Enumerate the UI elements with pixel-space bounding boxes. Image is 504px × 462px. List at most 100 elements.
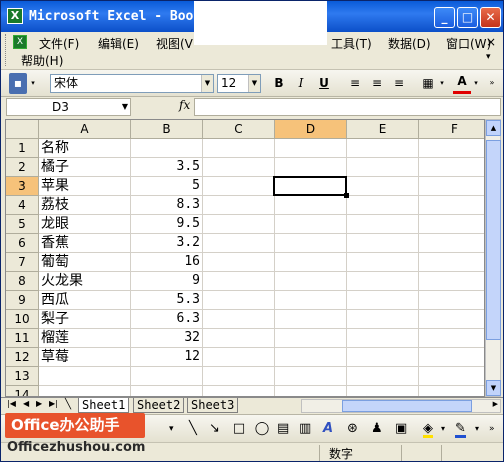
scroll-right-icon[interactable]: ▶ xyxy=(493,400,498,408)
cell[interactable] xyxy=(203,310,275,329)
cell-value[interactable]: 5.3 xyxy=(131,291,203,310)
column-header-e[interactable]: E xyxy=(347,120,419,139)
active-cell-d3[interactable] xyxy=(273,176,347,196)
cell[interactable] xyxy=(347,196,419,215)
cell[interactable] xyxy=(275,215,347,234)
chevron-down-icon[interactable]: ▼ xyxy=(122,99,128,115)
cell[interactable] xyxy=(203,367,275,386)
next-sheet-icon[interactable]: ▶ xyxy=(36,399,42,408)
oval-icon[interactable]: ◯ xyxy=(253,420,271,438)
menu-data[interactable]: 数据(D) xyxy=(384,35,435,52)
cell-value[interactable]: 8.3 xyxy=(131,196,203,215)
cell[interactable] xyxy=(419,196,484,215)
row-header[interactable]: 2 xyxy=(6,158,39,177)
cell[interactable] xyxy=(203,215,275,234)
cell-name[interactable]: 西瓜 xyxy=(39,291,131,310)
row-header[interactable]: 13 xyxy=(6,367,39,386)
cell[interactable] xyxy=(203,139,275,158)
first-sheet-icon[interactable]: |◀ xyxy=(7,399,16,408)
column-header-f[interactable]: F xyxy=(419,120,484,139)
cell[interactable] xyxy=(347,386,419,396)
cell[interactable] xyxy=(203,291,275,310)
minimize-button[interactable]: _ xyxy=(434,7,455,28)
worksheet-grid[interactable]: A B C D E F 1 2 3 4 5 6 7 8 9 10 11 12 1… xyxy=(5,119,485,397)
cell[interactable] xyxy=(419,234,484,253)
cell[interactable] xyxy=(419,272,484,291)
cell[interactable] xyxy=(275,196,347,215)
cell-name[interactable]: 橘子 xyxy=(39,158,131,177)
prev-sheet-icon[interactable]: ◀ xyxy=(23,399,29,408)
align-center-icon[interactable]: ≡ xyxy=(367,73,387,94)
arrow-icon[interactable]: ↘ xyxy=(209,420,220,438)
column-header-a[interactable]: A xyxy=(39,120,131,139)
cell[interactable] xyxy=(275,158,347,177)
font-size-select[interactable]: 12 ▼ xyxy=(217,74,261,93)
cell-name[interactable]: 葡萄 xyxy=(39,253,131,272)
column-header-d[interactable]: D xyxy=(275,120,347,139)
name-box[interactable]: D3 ▼ xyxy=(6,98,131,116)
cell-name[interactable]: 荔枝 xyxy=(39,196,131,215)
cell[interactable] xyxy=(419,329,484,348)
cell[interactable] xyxy=(275,139,347,158)
cell[interactable] xyxy=(275,253,347,272)
cell-value[interactable]: 6.3 xyxy=(131,310,203,329)
cell[interactable] xyxy=(347,291,419,310)
font-color-button[interactable]: A xyxy=(453,73,471,94)
vertical-scroll-thumb[interactable] xyxy=(486,140,501,340)
cell[interactable] xyxy=(131,386,203,396)
cell[interactable] xyxy=(275,291,347,310)
cell[interactable] xyxy=(419,177,484,196)
doc-close-icon[interactable]: × xyxy=(486,35,496,49)
cell[interactable] xyxy=(275,348,347,367)
bold-button[interactable]: B xyxy=(269,73,289,94)
cell[interactable] xyxy=(203,253,275,272)
row-header[interactable]: 10 xyxy=(6,310,39,329)
cell[interactable] xyxy=(419,386,484,396)
align-left-icon[interactable]: ≡ xyxy=(345,73,365,94)
row-header[interactable]: 8 xyxy=(6,272,39,291)
cell[interactable] xyxy=(275,310,347,329)
menu-grip[interactable] xyxy=(5,34,8,66)
scroll-down-icon[interactable]: ▼ xyxy=(486,380,501,396)
cell-name[interactable]: 榴莲 xyxy=(39,329,131,348)
cell-name[interactable]: 火龙果 xyxy=(39,272,131,291)
cell[interactable] xyxy=(347,215,419,234)
select-all-corner[interactable] xyxy=(6,120,39,139)
cell[interactable] xyxy=(39,367,131,386)
fill-color-dropdown-icon[interactable]: ▾ xyxy=(441,420,445,438)
tab-split-icon[interactable]: ╲ xyxy=(65,399,71,410)
cell[interactable] xyxy=(347,348,419,367)
cell-name[interactable]: 草莓 xyxy=(39,348,131,367)
column-header-c[interactable]: C xyxy=(203,120,275,139)
cell[interactable] xyxy=(419,158,484,177)
document-icon[interactable]: X xyxy=(13,35,27,49)
wordart-icon[interactable]: A xyxy=(323,420,333,438)
cell[interactable] xyxy=(347,367,419,386)
insert-function-icon[interactable]: fx xyxy=(179,98,190,112)
toolbar-options-icon[interactable]: » xyxy=(489,420,495,438)
text-box-icon[interactable]: ▤ xyxy=(277,420,289,438)
cell-value[interactable] xyxy=(131,139,203,158)
underline-button[interactable]: U xyxy=(314,73,334,94)
row-header[interactable]: 1 xyxy=(6,139,39,158)
save-icon[interactable]: ▪ xyxy=(9,73,27,94)
row-header[interactable]: 7 xyxy=(6,253,39,272)
cell[interactable] xyxy=(419,291,484,310)
close-button[interactable]: ✕ xyxy=(480,7,501,28)
cell[interactable] xyxy=(419,215,484,234)
row-header[interactable]: 11 xyxy=(6,329,39,348)
row-header[interactable]: 12 xyxy=(6,348,39,367)
row-header[interactable]: 6 xyxy=(6,234,39,253)
chevron-down-icon[interactable]: ▼ xyxy=(248,75,260,92)
cell[interactable] xyxy=(347,158,419,177)
align-right-icon[interactable]: ≡ xyxy=(389,73,409,94)
row-header[interactable]: 9 xyxy=(6,291,39,310)
cell[interactable] xyxy=(275,234,347,253)
vertical-scrollbar[interactable]: ▲ ▼ xyxy=(485,119,501,397)
cell-value[interactable]: 16 xyxy=(131,253,203,272)
cell[interactable] xyxy=(419,348,484,367)
line-color-icon[interactable]: ✎ xyxy=(455,420,466,438)
line-color-dropdown-icon[interactable]: ▾ xyxy=(475,420,479,438)
cell[interactable] xyxy=(419,310,484,329)
picture-icon[interactable]: ▣ xyxy=(395,420,407,438)
